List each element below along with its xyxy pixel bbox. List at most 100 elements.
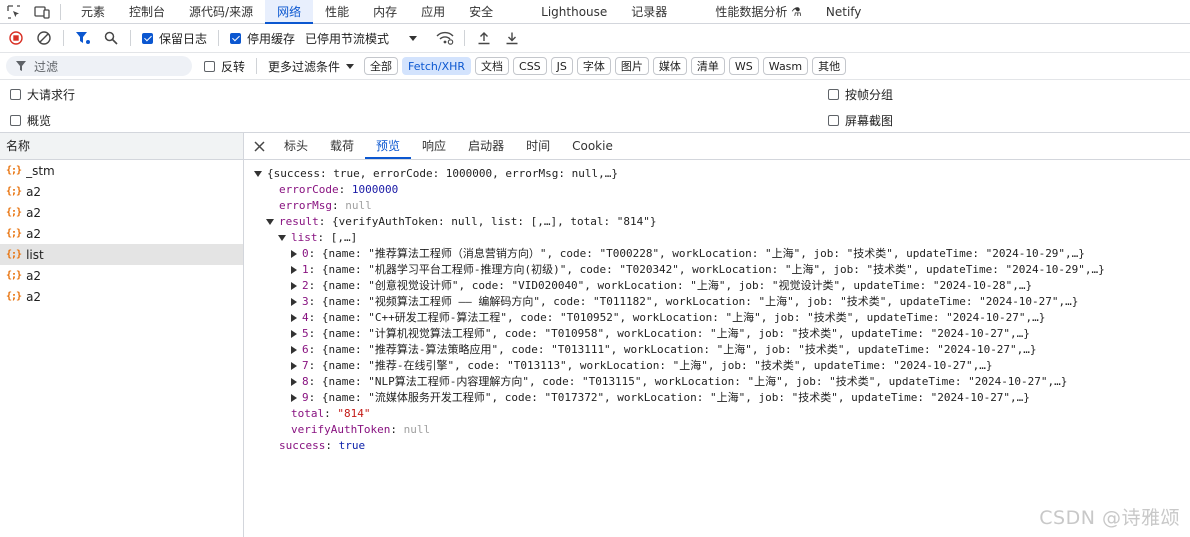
preserve-log-checkbox[interactable]: 保留日志	[142, 30, 207, 47]
filter-chip[interactable]: Fetch/XHR	[402, 57, 472, 75]
export-har-icon[interactable]	[500, 26, 524, 50]
filter-chip[interactable]: 清单	[690, 57, 725, 75]
tab-6[interactable]: 应用	[409, 0, 457, 24]
detail-tab-2[interactable]: 预览	[365, 133, 412, 159]
tab-4[interactable]: 性能	[313, 0, 361, 24]
list-entry[interactable]: 2: {name: "创意视觉设计师", code: "VID020040", …	[244, 278, 1190, 294]
tree-root[interactable]: {success: true, errorCode: 1000000, erro…	[244, 166, 1190, 182]
tree-list[interactable]: list: [,…]	[244, 230, 1190, 246]
search-icon[interactable]	[99, 26, 123, 50]
list-entry[interactable]: 5: {name: "计算机视觉算法工程师", code: "T010958",…	[244, 326, 1190, 342]
checkbox-checked[interactable]	[230, 32, 242, 44]
filter-chip[interactable]: Wasm	[762, 57, 809, 75]
expand-triangle-icon[interactable]	[278, 235, 286, 241]
filter-bar: 过滤 反转 更多过滤条件 全部 Fetch/XHR 文档 CSS JS 字体 图片 媒体 清单 W…	[0, 53, 1190, 80]
request-row[interactable]: {;} a2	[0, 265, 243, 286]
more-filters-dropdown[interactable]: 更多过滤条件	[268, 58, 355, 75]
screenshots-checkbox[interactable]: 屏幕截图	[828, 112, 893, 129]
list-entry[interactable]: 7: {name: "推荐-在线引擎", code: "T013113", wo…	[244, 358, 1190, 374]
request-row[interactable]: {;} a2	[0, 286, 243, 307]
detail-tab-0[interactable]: 标头	[273, 133, 319, 159]
expand-triangle-icon[interactable]	[291, 378, 297, 386]
tab-3[interactable]: 网络	[265, 0, 314, 24]
request-row[interactable]: {;} list	[0, 244, 243, 265]
checkbox-unchecked[interactable]	[828, 89, 839, 100]
list-entry[interactable]: 4: {name: "C++研发工程师-算法工程", code: "T01095…	[244, 310, 1190, 326]
tab-7[interactable]: 安全	[457, 0, 505, 24]
list-entry[interactable]: 3: {name: "视频算法工程师 —— 编解码方向", code: "T01…	[244, 294, 1190, 310]
detail-tab-5[interactable]: 时间	[515, 133, 561, 159]
group-by-frame-checkbox[interactable]: 按帧分组	[828, 86, 893, 103]
filter-chip[interactable]: 字体	[576, 57, 611, 75]
tab-10[interactable]: 性能数据分析 ⚗	[703, 0, 814, 24]
request-row[interactable]: {;} a2	[0, 202, 243, 223]
record-stop-icon[interactable]	[4, 26, 28, 50]
tab-9[interactable]: 记录器	[619, 0, 679, 24]
request-row[interactable]: {;} a2	[0, 181, 243, 202]
list-entry[interactable]: 9: {name: "流媒体服务开发工程师", code: "T017372",…	[244, 390, 1190, 406]
big-request-rows-checkbox[interactable]: 大请求行	[10, 86, 75, 103]
request-row[interactable]: {;} a2	[0, 223, 243, 244]
expand-triangle-icon[interactable]	[291, 362, 297, 370]
filter-chip[interactable]: 全部	[364, 57, 399, 75]
request-row[interactable]: {;} _stm	[0, 160, 243, 181]
tree-result[interactable]: result: {verifyAuthToken: null, list: [,…	[244, 214, 1190, 230]
list-entry[interactable]: 8: {name: "NLP算法工程师-内容理解方向", code: "T013…	[244, 374, 1190, 390]
tab-2[interactable]: 源代码/来源	[177, 0, 265, 24]
expand-triangle-icon[interactable]	[291, 330, 297, 338]
expand-triangle-icon[interactable]	[291, 314, 297, 322]
name-column-header[interactable]: 名称	[0, 133, 243, 160]
filter-chip[interactable]: 图片	[614, 57, 649, 75]
filter-chip[interactable]: 文档	[475, 57, 510, 75]
expand-triangle-icon[interactable]	[291, 394, 297, 402]
expand-triangle-icon[interactable]	[291, 282, 297, 290]
list-entry[interactable]: 0: {name: "推荐算法工程师（消息营销方向）", code: "T000…	[244, 246, 1190, 262]
detail-tab-1[interactable]: 载荷	[319, 133, 365, 159]
options-row-1: 大请求行 按帧分组	[0, 80, 1190, 106]
expand-triangle-icon[interactable]	[291, 250, 297, 258]
options-row-2: 概览 屏幕截图	[0, 106, 1190, 132]
tree-success: success: true	[279, 439, 366, 452]
inspect-element-icon[interactable]	[0, 0, 28, 24]
list-entry[interactable]: 6: {name: "推荐算法-算法策略应用", code: "T013111"…	[244, 342, 1190, 358]
detail-tab-4[interactable]: 启动器	[457, 133, 515, 159]
expand-triangle-icon[interactable]	[254, 171, 262, 177]
request-rows: {;} _stm {;} a2 {;} a2 {;} a2 {;} list {;} a2 {;} a2	[0, 160, 243, 307]
filter-chip[interactable]: 媒体	[652, 57, 687, 75]
expand-triangle-icon[interactable]	[291, 298, 297, 306]
filter-chip[interactable]: JS	[550, 57, 573, 75]
clear-icon[interactable]	[32, 26, 56, 50]
expand-triangle-icon[interactable]	[266, 219, 274, 225]
checkbox-unchecked[interactable]	[828, 115, 839, 126]
filter-input[interactable]: 过滤	[6, 56, 192, 76]
detail-tab-6[interactable]: Cookie	[561, 133, 624, 159]
device-toolbar-icon[interactable]	[28, 0, 56, 24]
invert-checkbox[interactable]: 反转	[204, 58, 245, 75]
filter-chip[interactable]: WS	[728, 57, 759, 75]
preview-json-tree: {success: true, errorCode: 1000000, erro…	[244, 160, 1190, 454]
checkbox-unchecked[interactable]	[10, 89, 21, 100]
tab-1[interactable]: 控制台	[117, 0, 177, 24]
json-file-icon: {;}	[6, 249, 22, 260]
import-har-icon[interactable]	[472, 26, 496, 50]
filter-funnel-icon[interactable]	[71, 26, 95, 50]
close-icon[interactable]	[254, 140, 265, 152]
network-conditions-icon[interactable]	[433, 26, 457, 50]
checkbox-checked[interactable]	[142, 32, 153, 44]
tab-8[interactable]: Lighthouse	[529, 0, 619, 24]
checkbox-unchecked[interactable]	[10, 115, 21, 126]
tab-11[interactable]: Netify	[814, 0, 874, 24]
list-entry[interactable]: 1: {name: "机器学习平台工程师-推理方向(初级)", code: "T…	[244, 262, 1190, 278]
throttle-select[interactable]: 已停用节流模式	[305, 30, 418, 47]
disable-cache-checkbox[interactable]: 停用缓存	[230, 30, 295, 47]
request-name: list	[26, 247, 44, 262]
tab-0[interactable]: 元素	[69, 0, 117, 24]
filter-chip[interactable]: 其他	[812, 57, 847, 75]
detail-tab-3[interactable]: 响应	[411, 133, 457, 159]
expand-triangle-icon[interactable]	[291, 346, 297, 354]
checkbox-unchecked[interactable]	[204, 60, 215, 72]
overview-checkbox[interactable]: 概览	[10, 112, 51, 129]
expand-triangle-icon[interactable]	[291, 266, 297, 274]
tab-5[interactable]: 内存	[361, 0, 409, 24]
filter-chip[interactable]: CSS	[513, 57, 547, 75]
